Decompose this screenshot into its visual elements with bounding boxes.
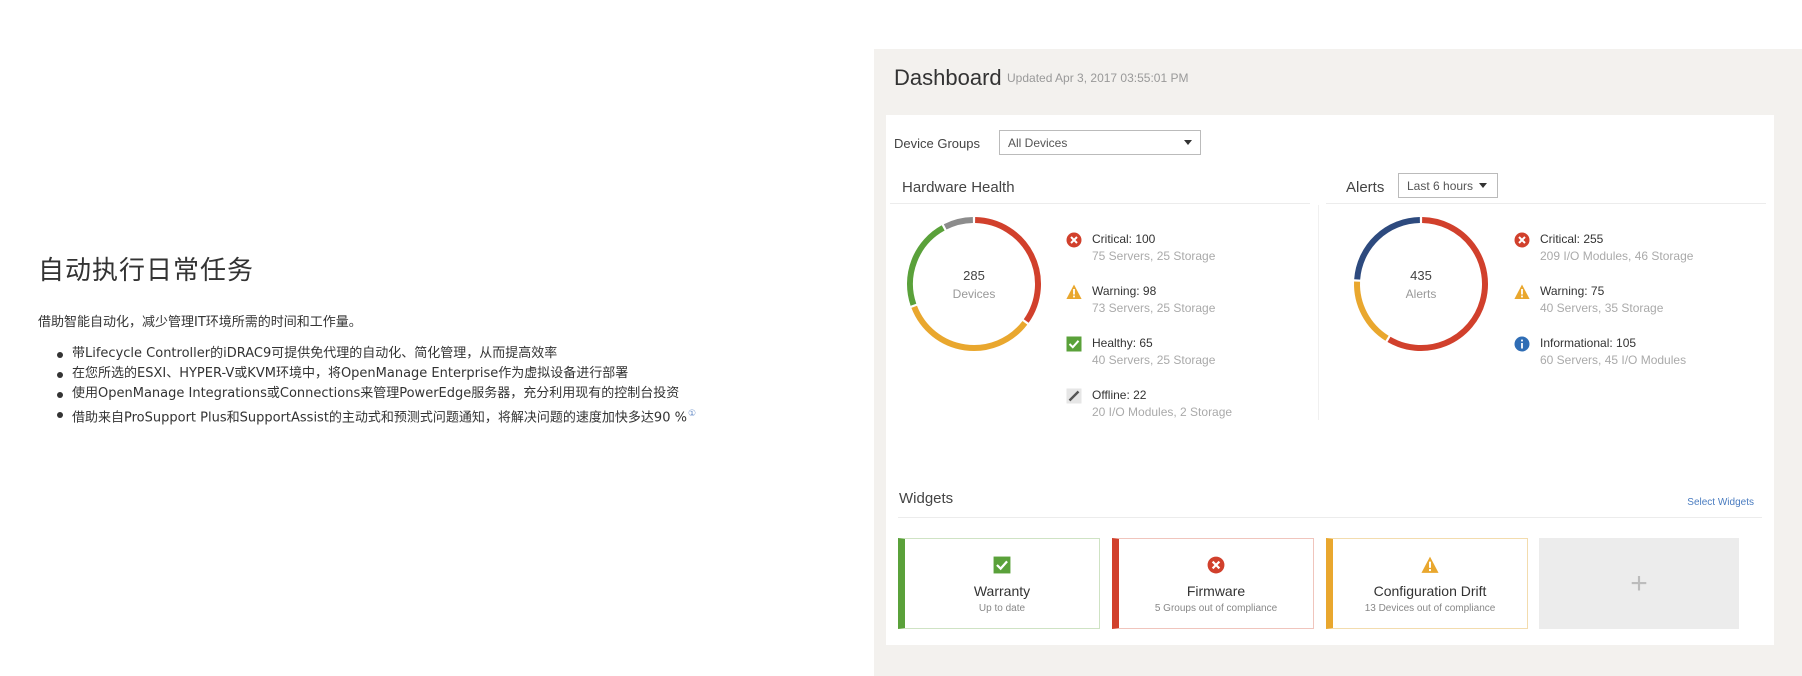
widget-title: Warranty: [973, 583, 1031, 599]
widget-title: Configuration Drift: [1373, 583, 1487, 599]
feature-item: 借助来自ProSupport Plus和SupportAssist的主动式和预测…: [57, 404, 838, 428]
widget-firmware[interactable]: Firmware 5 Groups out of compliance: [1112, 538, 1314, 629]
widget-warranty[interactable]: Warranty Up to date: [898, 538, 1100, 629]
updated-timestamp: Updated Apr 3, 2017 03:55:01 PM: [1007, 71, 1189, 85]
divider: [1326, 203, 1766, 204]
chevron-down-icon: [1184, 140, 1192, 145]
dashboard-title: Dashboard: [894, 65, 1002, 90]
critical-icon: [1066, 232, 1082, 248]
device-count: 285: [963, 268, 985, 283]
healthy-icon: [1066, 336, 1082, 352]
chevron-down-icon: [1479, 183, 1487, 188]
alerts-range-select[interactable]: Last 6 hours: [1398, 173, 1498, 198]
error-icon: [1207, 556, 1225, 574]
divider: [1318, 205, 1319, 420]
critical-icon: [1514, 232, 1530, 248]
plus-icon: +: [1630, 567, 1648, 600]
widget-status: 5 Groups out of compliance: [1154, 603, 1278, 614]
add-widget-button[interactable]: +: [1539, 538, 1739, 629]
marketing-copy: 自动执行日常任务 借助智能自动化，减少管理IT环境所需的时间和工作量。 带Lif…: [38, 250, 838, 428]
hardware-donut-center: 285 Devices: [899, 268, 1049, 301]
divider: [890, 203, 1310, 204]
widget-status: 13 Devices out of compliance: [1364, 603, 1496, 614]
select-widgets-link[interactable]: Select Widgets: [1687, 497, 1754, 508]
feature-item: 在您所选的ESXI、HYPER-V或KVM环境中，将OpenManage Ent…: [57, 364, 838, 384]
lead-text: 借助智能自动化，减少管理IT环境所需的时间和工作量。: [38, 315, 362, 330]
widget-status: Up to date: [978, 603, 1026, 614]
alerts-range-value: Last 6 hours: [1407, 179, 1474, 193]
divider: [898, 517, 1762, 518]
feature-item: 使用OpenManage Integrations或Connections来管理…: [57, 384, 838, 404]
device-count-label: Devices: [952, 287, 996, 301]
widget-title: Firmware: [1186, 583, 1246, 599]
dashboard-screenshot: Dashboard Updated Apr 3, 2017 03:55:01 P…: [874, 49, 1802, 676]
alerts-heading: Alerts: [1346, 179, 1385, 196]
warning-icon: [1421, 556, 1439, 573]
offline-icon: [1066, 388, 1082, 404]
feature-list: 带Lifecycle Controller的iDRAC9可提供免代理的自动化、简…: [38, 344, 838, 428]
hardware-donut-segment-1: [911, 305, 1028, 351]
widget-configuration-drift[interactable]: Configuration Drift 13 Devices out of co…: [1326, 538, 1528, 629]
dashboard-panel: Device Groups All Devices Hardware Healt…: [886, 115, 1774, 645]
warning-icon: [1514, 284, 1530, 299]
widgets-heading: Widgets: [899, 490, 954, 507]
section-heading: 自动执行日常任务: [38, 256, 255, 286]
device-groups-select[interactable]: All Devices: [999, 130, 1201, 155]
hardware-health-heading: Hardware Health: [902, 179, 1015, 196]
check-icon: [993, 556, 1011, 574]
warning-icon: [1066, 284, 1082, 299]
alerts-donut-center: 435 Alerts: [1346, 268, 1496, 301]
footnote-link[interactable]: ①: [688, 409, 696, 419]
device-groups-value: All Devices: [1008, 136, 1068, 150]
device-groups-label: Device Groups: [894, 136, 980, 151]
alert-count-label: Alerts: [1405, 287, 1437, 301]
info-icon: [1514, 336, 1530, 352]
feature-item: 带Lifecycle Controller的iDRAC9可提供免代理的自动化、简…: [57, 344, 838, 364]
hardware-donut-segment-3: [943, 217, 974, 230]
alert-count: 435: [1410, 268, 1432, 283]
